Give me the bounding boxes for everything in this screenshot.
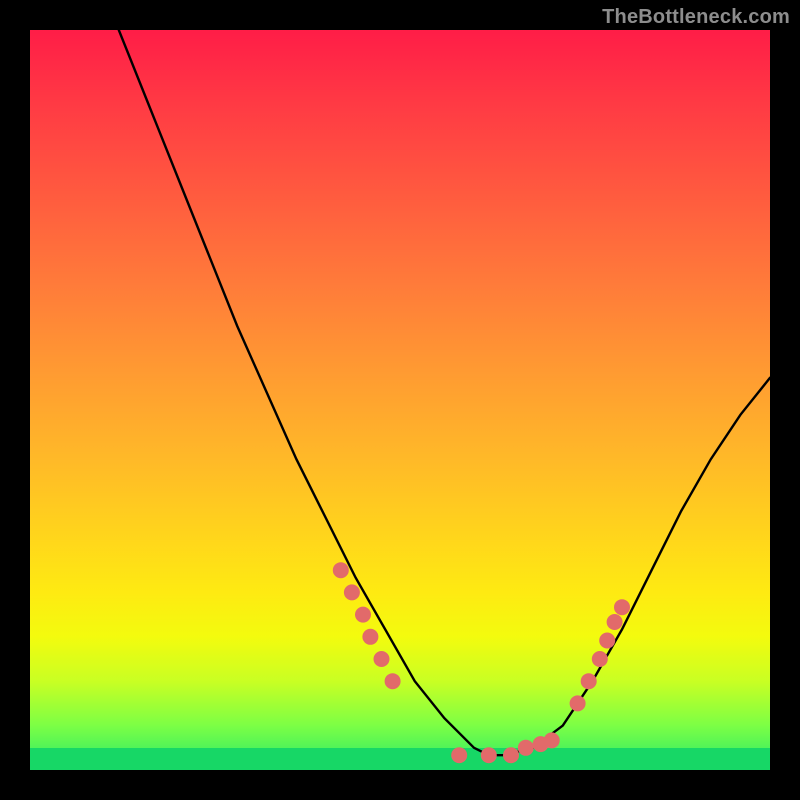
highlight-dot <box>344 584 360 600</box>
highlight-dots-right <box>570 599 630 711</box>
highlight-dot <box>481 747 497 763</box>
bottleneck-curve <box>119 30 770 755</box>
highlight-dot <box>333 562 349 578</box>
highlight-dot <box>362 629 378 645</box>
chart-frame: TheBottleneck.com <box>0 0 800 800</box>
highlight-dot <box>451 747 467 763</box>
watermark-text: TheBottleneck.com <box>602 6 790 29</box>
highlight-dot <box>385 673 401 689</box>
highlight-dot <box>503 747 519 763</box>
highlight-dot <box>599 633 615 649</box>
chart-svg <box>30 30 770 770</box>
highlight-dot <box>607 614 623 630</box>
highlight-dot <box>592 651 608 667</box>
highlight-dot <box>544 732 560 748</box>
plot-area <box>30 30 770 770</box>
highlight-dots-left <box>333 562 401 689</box>
highlight-dot <box>614 599 630 615</box>
highlight-dot <box>570 695 586 711</box>
highlight-dot <box>518 740 534 756</box>
highlight-dot <box>581 673 597 689</box>
highlight-dot <box>374 651 390 667</box>
highlight-dot <box>355 607 371 623</box>
highlight-dots-bottom <box>451 732 560 763</box>
